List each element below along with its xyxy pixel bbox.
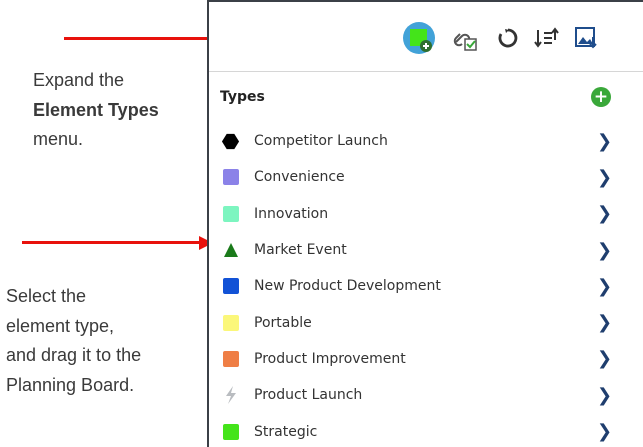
hexagon-icon — [221, 132, 240, 151]
sort-button[interactable] — [531, 23, 561, 53]
color-swatch-icon — [221, 168, 240, 187]
type-label: Convenience — [254, 169, 345, 186]
type-label: Innovation — [254, 205, 329, 222]
instruction-text: and drag it to the — [6, 345, 142, 366]
type-label: New Product Development — [254, 278, 441, 295]
type-label: Market Event — [254, 242, 347, 259]
type-label: Strategic — [254, 423, 318, 440]
element-types-panel: Types + Competitor Launch ❯ Convenience ❯ In… — [207, 0, 643, 447]
type-row[interactable]: Innovation ❯ — [209, 196, 643, 232]
panel-toolbar — [209, 2, 643, 72]
link-check-icon — [453, 33, 477, 51]
type-row[interactable]: New Product Development ❯ — [209, 268, 643, 304]
chevron-right-icon[interactable]: ❯ — [597, 421, 612, 442]
chevron-right-icon[interactable]: ❯ — [597, 203, 612, 224]
chevron-right-icon[interactable]: ❯ — [597, 276, 612, 297]
type-label: Competitor Launch — [254, 133, 388, 150]
type-row[interactable]: Product Launch ❯ — [209, 377, 643, 413]
chevron-right-icon[interactable]: ❯ — [597, 240, 612, 261]
chevron-right-icon[interactable]: ❯ — [597, 167, 612, 188]
chevron-right-icon[interactable]: ❯ — [597, 131, 612, 152]
add-element-type-icon — [403, 22, 435, 54]
type-label: Product Improvement — [254, 350, 406, 367]
type-row[interactable]: Product Improvement ❯ — [209, 341, 643, 377]
color-swatch-icon — [221, 277, 240, 296]
type-row[interactable]: Strategic ❯ — [209, 413, 643, 447]
chevron-right-icon[interactable]: ❯ — [597, 385, 612, 406]
refresh-icon — [498, 28, 518, 48]
pointer-arrow-types — [22, 241, 202, 244]
type-row[interactable]: Competitor Launch ❯ — [209, 123, 643, 159]
instruction-expand-types: Expand the Element Types menu. — [33, 66, 159, 155]
color-swatch-icon — [221, 204, 240, 223]
image-export-icon — [575, 27, 597, 49]
type-row[interactable]: Portable ❯ — [209, 304, 643, 340]
type-row[interactable]: Convenience ❯ — [209, 159, 643, 195]
types-header: Types — [220, 89, 265, 105]
color-swatch-icon — [221, 313, 240, 332]
instruction-text: Planning Board. — [6, 375, 135, 396]
instruction-select-type: Select the element type, and drag it to … — [6, 282, 141, 401]
type-row[interactable]: Market Event ❯ — [209, 232, 643, 268]
add-type-button[interactable]: + — [591, 87, 611, 107]
instruction-text: element type, — [6, 315, 115, 336]
instruction-text: Expand the — [33, 70, 125, 90]
sort-icon — [534, 27, 559, 48]
instruction-text: Select the — [6, 286, 87, 306]
refresh-button[interactable] — [493, 23, 523, 53]
instruction-bold-text: Element Types — [33, 99, 159, 120]
lightning-icon — [221, 386, 240, 405]
type-label: Product Launch — [254, 387, 363, 404]
color-swatch-icon — [221, 349, 240, 368]
instruction-text: menu. — [33, 129, 84, 150]
add-element-type-button[interactable] — [402, 21, 436, 55]
image-export-button[interactable] — [571, 23, 601, 53]
type-label: Portable — [254, 314, 312, 331]
types-list: Competitor Launch ❯ Convenience ❯ Innovation… — [209, 123, 643, 447]
chevron-right-icon[interactable]: ❯ — [597, 348, 612, 369]
chevron-right-icon[interactable]: ❯ — [597, 312, 612, 333]
link-check-button[interactable] — [449, 23, 479, 53]
triangle-icon — [221, 241, 240, 260]
color-swatch-icon — [221, 422, 240, 441]
